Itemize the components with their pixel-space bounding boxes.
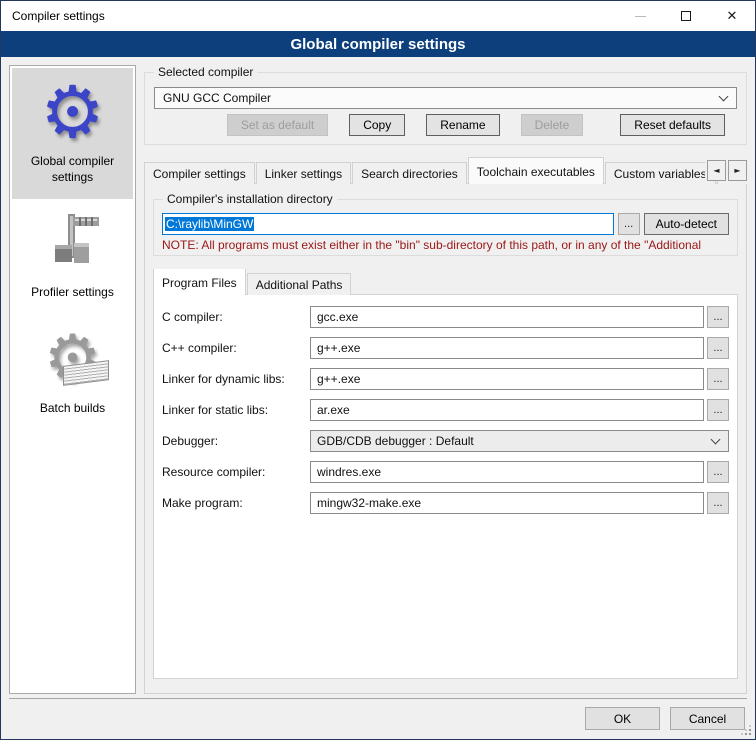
sidebar-item-profiler-settings[interactable]: Profiler settings [12,199,133,315]
settings-tab-strip: Compiler settings Linker settings Search… [144,157,747,184]
static-linker-input[interactable]: ar.exe [310,399,704,421]
tab-additional-paths[interactable]: Additional Paths [247,273,352,295]
program-files-tab-strip: Program Files Additional Paths [153,269,738,295]
sidebar-item-label: Global compiler settings [15,154,130,185]
sidebar-item-global-compiler-settings[interactable]: ⚙ Global compiler settings [12,68,133,199]
program-files-page: C compiler: gcc.exe ... C++ compiler: g+… [153,294,738,679]
reset-defaults-button[interactable]: Reset defaults [620,114,725,136]
close-button[interactable]: ✕ [709,1,755,31]
install-dir-selected-text: C:\raylib\MinGW [165,217,254,231]
window-controls: ✕ [617,1,755,31]
bin-subdirectory-note: NOTE: All programs must exist either in … [162,238,729,252]
copy-button[interactable]: Copy [349,114,405,136]
rename-button[interactable]: Rename [426,114,499,136]
window-title: Compiler settings [1,9,617,23]
debugger-select[interactable]: GDB/CDB debugger : Default [310,430,729,452]
chevron-down-icon [711,434,721,444]
browse-button[interactable]: ... [707,461,729,483]
dialog-footer: OK Cancel [9,698,747,739]
cpp-compiler-input[interactable]: g++.exe [310,337,704,359]
program-row-c-compiler: C compiler: gcc.exe ... [162,306,729,328]
compiler-settings-dialog: Compiler settings ✕ Global compiler sett… [0,0,756,740]
gear-stack-icon: ⚙ [41,327,105,391]
program-row-label: Linker for static libs: [162,403,310,417]
tab-program-files[interactable]: Program Files [153,269,246,295]
program-row-resource-compiler: Resource compiler: windres.exe ... [162,461,729,483]
program-row-cpp-compiler: C++ compiler: g++.exe ... [162,337,729,359]
autodetect-button[interactable]: Auto-detect [644,213,729,235]
tab-custom-variables[interactable]: Custom variables [605,162,716,184]
toolchain-executables-page: Compiler's installation directory C:\ray… [144,183,747,694]
maximize-icon [681,11,691,21]
program-row-label: Debugger: [162,434,310,448]
dialog-banner: Global compiler settings [1,31,755,57]
browse-button[interactable]: ... [707,399,729,421]
tab-scroll-right-icon[interactable]: ► [728,160,747,181]
caliper-icon [41,211,105,275]
sidebar-item-batch-builds[interactable]: ⚙ Batch builds [12,315,133,431]
group-label: Compiler's installation directory [163,192,337,206]
debugger-select-value: GDB/CDB debugger : Default [317,434,474,448]
program-row-dynamic-linker: Linker for dynamic libs: g++.exe ... [162,368,729,390]
tab-linker-settings[interactable]: Linker settings [256,162,351,184]
banner-title: Global compiler settings [290,36,465,53]
resource-compiler-input[interactable]: windres.exe [310,461,704,483]
cancel-button[interactable]: Cancel [670,707,745,730]
chevron-down-icon [719,91,729,101]
browse-button[interactable]: ... [707,337,729,359]
program-row-static-linker: Linker for static libs: ar.exe ... [162,399,729,421]
compiler-buttons-row: Set as default Copy Rename Delete Reset … [154,114,725,136]
minimize-icon [635,16,646,17]
minimize-button [617,1,663,31]
dialog-content: ⚙ Global compiler settings [1,57,755,698]
delete-button: Delete [521,114,584,136]
main-panel: Selected compiler GNU GCC Compiler Set a… [144,65,747,694]
close-icon: ✕ [727,10,738,23]
program-row-label: C++ compiler: [162,341,310,355]
set-as-default-button: Set as default [227,114,328,136]
installation-directory-row: C:\raylib\MinGW ... Auto-detect [162,213,729,235]
title-bar: Compiler settings ✕ [1,1,755,31]
resize-grip[interactable] [739,723,751,735]
blue-gear-icon: ⚙ [41,80,105,144]
dynamic-linker-input[interactable]: g++.exe [310,368,704,390]
install-dir-input[interactable]: C:\raylib\MinGW [162,213,614,235]
group-label: Selected compiler [154,65,257,79]
browse-button[interactable]: ... [707,306,729,328]
browse-button[interactable]: ... [618,213,640,235]
c-compiler-input[interactable]: gcc.exe [310,306,704,328]
compiler-select-value: GNU GCC Compiler [163,91,271,105]
sidebar-item-label: Profiler settings [31,285,114,301]
installation-directory-group: Compiler's installation directory C:\ray… [153,199,738,256]
program-row-make-program: Make program: mingw32-make.exe ... [162,492,729,514]
tab-compiler-settings[interactable]: Compiler settings [144,162,255,184]
program-row-label: Linker for dynamic libs: [162,372,310,386]
compiler-select[interactable]: GNU GCC Compiler [154,87,737,109]
browse-button[interactable]: ... [707,368,729,390]
tab-toolchain-executables[interactable]: Toolchain executables [468,157,604,184]
tab-search-directories[interactable]: Search directories [352,162,467,184]
program-row-label: Resource compiler: [162,465,310,479]
tab-scroll-arrows: ◄ ► [705,160,747,181]
sidebar-item-label: Batch builds [40,401,105,417]
program-row-label: Make program: [162,496,310,510]
settings-sidebar: ⚙ Global compiler settings [9,65,136,694]
program-row-debugger: Debugger: GDB/CDB debugger : Default [162,430,729,452]
maximize-button[interactable] [663,1,709,31]
ok-button[interactable]: OK [585,707,660,730]
selected-compiler-group: Selected compiler GNU GCC Compiler Set a… [144,72,747,145]
browse-button[interactable]: ... [707,492,729,514]
program-row-label: C compiler: [162,310,310,324]
make-program-input[interactable]: mingw32-make.exe [310,492,704,514]
tab-scroll-left-icon[interactable]: ◄ [707,160,726,181]
